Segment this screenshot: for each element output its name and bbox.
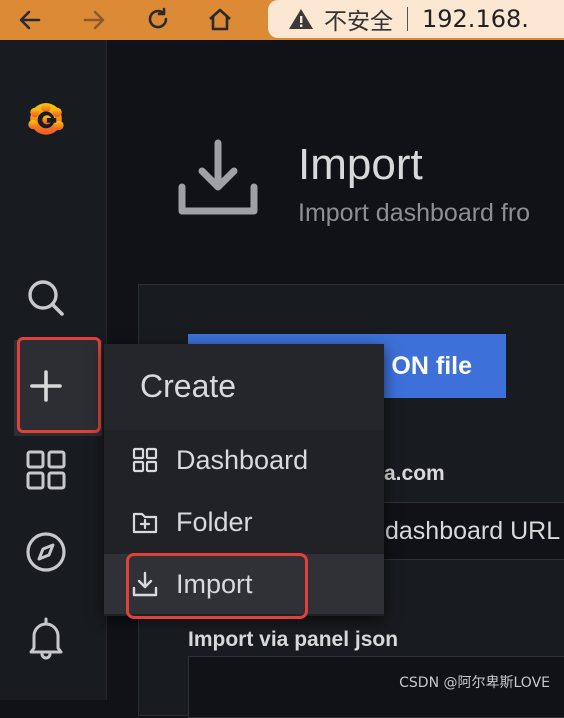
highlight-box-create xyxy=(17,337,101,433)
panel-json-label: Import via panel json xyxy=(188,628,399,651)
dashboards-grid-icon xyxy=(26,450,66,490)
sidebar-search[interactable] xyxy=(20,272,72,324)
page-subtitle: Import dashboard fro xyxy=(298,199,531,227)
sidebar-dashboards[interactable] xyxy=(20,444,72,496)
menu-item-dashboard[interactable]: Dashboard xyxy=(104,430,384,490)
apps-grid-icon xyxy=(130,445,160,475)
reload-icon xyxy=(148,7,168,29)
compass-icon xyxy=(26,532,66,572)
back-arrow-icon xyxy=(19,10,41,30)
import-header-icon xyxy=(176,135,260,224)
menu-item-folder[interactable]: Folder xyxy=(104,492,384,552)
watermark: CSDN @阿尔卑斯LOVE xyxy=(399,675,550,691)
download-icon xyxy=(178,139,258,215)
grafana-logo[interactable] xyxy=(20,92,72,144)
sidebar-explore[interactable] xyxy=(20,526,72,578)
address-bar[interactable]: 不安全 192.168. xyxy=(268,0,564,38)
back-button[interactable] xyxy=(14,4,46,36)
security-label: 不安全 xyxy=(324,9,393,35)
page-title: Import xyxy=(298,140,423,189)
create-menu-header: Create xyxy=(104,344,384,430)
menu-item-label: Dashboard xyxy=(176,444,309,475)
reload-button[interactable] xyxy=(142,4,174,36)
create-menu-title: Create xyxy=(140,368,237,404)
bell-icon xyxy=(29,617,63,660)
menu-item-label: Folder xyxy=(176,506,253,537)
highlight-box-import xyxy=(126,553,308,619)
address-separator xyxy=(407,7,408,31)
grafana-logo-icon xyxy=(28,103,64,135)
home-icon xyxy=(209,8,231,31)
folder-plus-icon xyxy=(130,507,160,537)
forward-arrow-icon xyxy=(83,10,105,30)
home-button[interactable] xyxy=(204,4,236,36)
grafana-com-label: a.com xyxy=(384,462,445,485)
search-icon xyxy=(28,280,64,316)
browser-toolbar: 不安全 192.168. xyxy=(0,0,564,40)
sidebar-alerting[interactable] xyxy=(20,612,72,664)
forward-button[interactable] xyxy=(78,4,110,36)
url-text: 192.168. xyxy=(422,5,529,33)
warning-icon xyxy=(289,9,313,29)
